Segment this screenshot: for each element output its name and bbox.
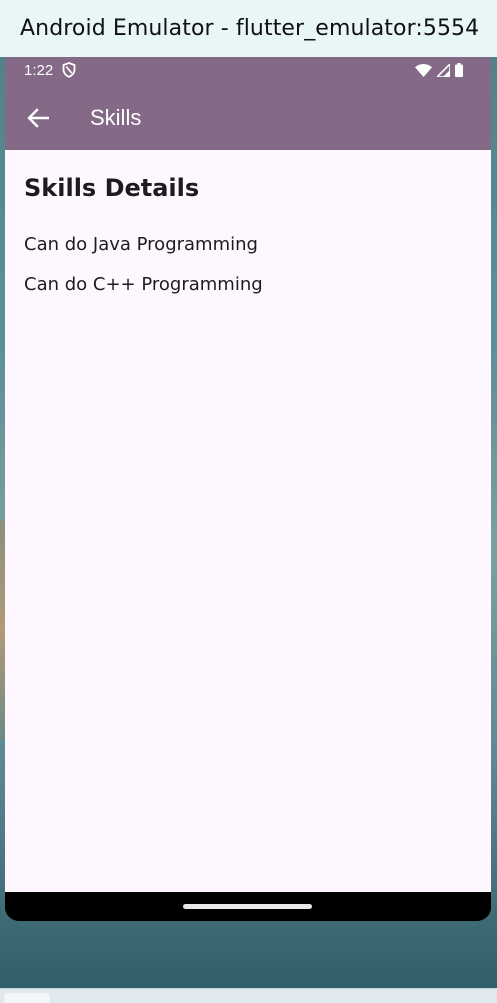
navigation-bar <box>5 892 491 921</box>
page-heading: Skills Details <box>24 174 200 202</box>
emulator-title-bar[interactable]: Android Emulator - flutter_emulator:5554 <box>0 0 497 57</box>
wifi-icon <box>415 63 432 77</box>
host-taskbar <box>0 988 497 1003</box>
status-bar: 1:22 <box>5 57 491 85</box>
status-icons <box>415 63 463 77</box>
back-button[interactable] <box>19 99 57 137</box>
emulator-device-screen: 1:22 Skills Skills Details Can do Java P… <box>5 57 491 921</box>
shield-icon <box>62 62 76 78</box>
app-bar-title: Skills <box>90 105 142 130</box>
taskbar-item[interactable] <box>4 993 50 1003</box>
skill-item: Can do C++ Programming <box>24 274 263 295</box>
emulator-window-title: Android Emulator - flutter_emulator:5554 <box>20 16 480 41</box>
status-time: 1:22 <box>24 62 54 79</box>
gesture-handle[interactable] <box>183 904 312 909</box>
battery-icon <box>455 63 463 77</box>
signal-icon <box>437 63 450 77</box>
skills-page-body: Skills Details Can do Java Programming C… <box>5 150 491 892</box>
arrow-back-icon <box>27 108 49 128</box>
skill-item: Can do Java Programming <box>24 234 258 255</box>
app-bar: Skills <box>5 85 491 150</box>
